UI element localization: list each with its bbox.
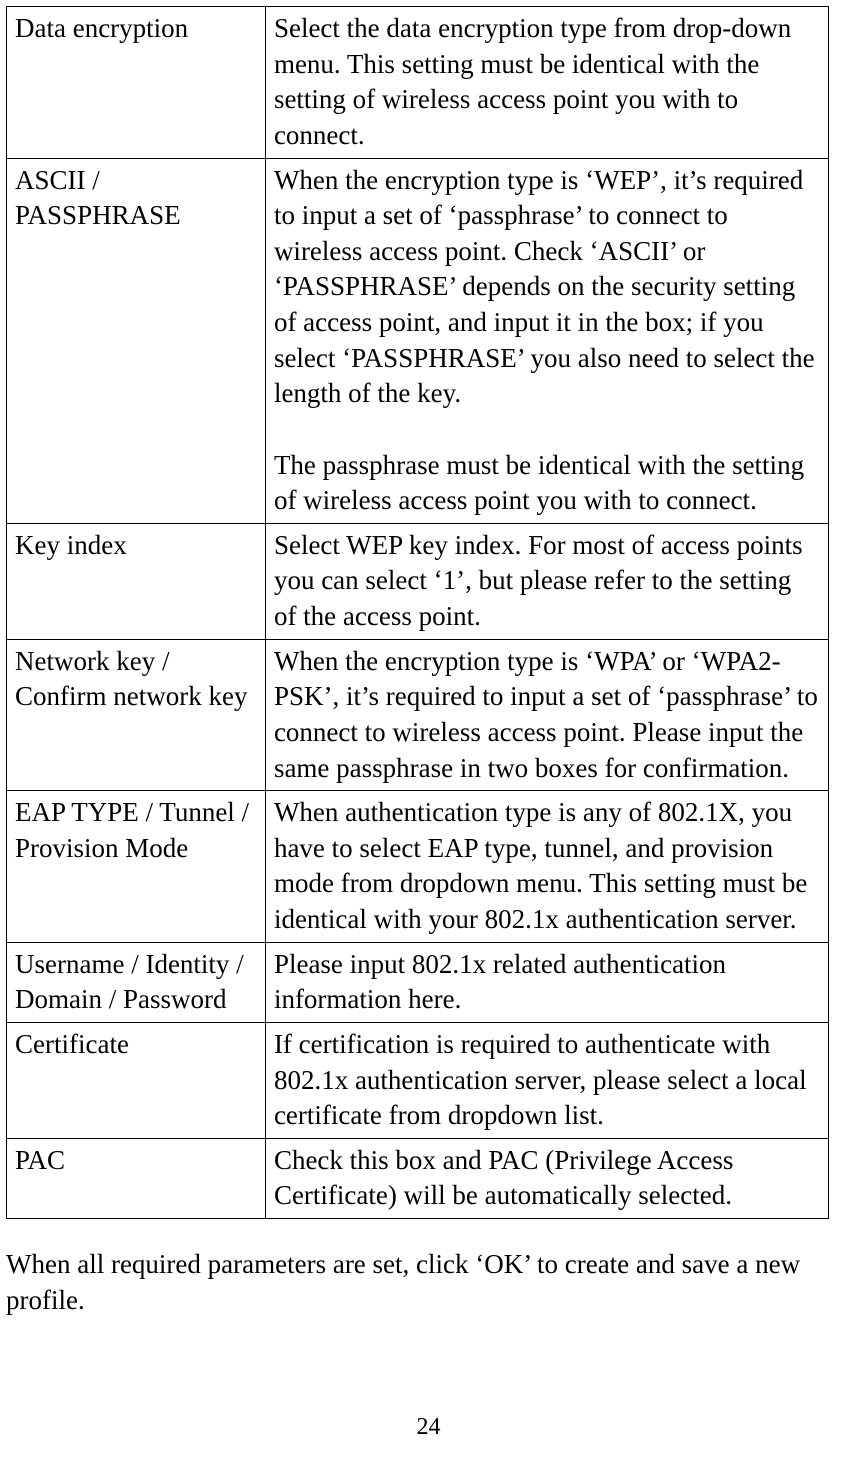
page-number: 24	[0, 1414, 857, 1441]
setting-desc: When the encryption type is ‘WPA’ or ‘WP…	[274, 646, 825, 783]
setting-desc: Select WEP key index. For most of access…	[274, 530, 809, 631]
setting-desc: Please input 802.1x related authenticati…	[274, 949, 733, 1015]
setting-desc: If certification is required to authenti…	[274, 1029, 813, 1130]
setting-desc-cell: Check this box and PAC (Privilege Access…	[265, 1138, 828, 1218]
setting-name-cell: Network key / Confirm network key	[7, 639, 266, 791]
setting-desc: Select the data encryption type from dro…	[274, 13, 798, 150]
table-row: Network key / Confirm network key When t…	[7, 639, 829, 791]
setting-name-cell: ASCII / PASSPHRASE	[7, 158, 266, 523]
document-page: Data encryption Select the data encrypti…	[0, 0, 857, 1465]
setting-desc-cell: Please input 802.1x related authenticati…	[265, 942, 828, 1022]
setting-desc-cell: If certification is required to authenti…	[265, 1022, 828, 1138]
setting-name-cell: Certificate	[7, 1022, 266, 1138]
setting-name: Data encryption	[15, 13, 188, 43]
setting-desc: When the encryption type is ‘WEP’, it’s …	[274, 165, 821, 516]
setting-name: EAP TYPE / Tunnel / Provision Mode	[15, 797, 249, 863]
footer-paragraph: When all required parameters are set, cl…	[6, 1247, 847, 1318]
settings-table: Data encryption Select the data encrypti…	[6, 6, 829, 1219]
table-row: Key index Select WEP key index. For most…	[7, 523, 829, 639]
setting-desc-cell: When authentication type is any of 802.1…	[265, 791, 828, 943]
setting-name: Network key / Confirm network key	[15, 646, 247, 712]
setting-name-cell: EAP TYPE / Tunnel / Provision Mode	[7, 791, 266, 943]
setting-name: ASCII / PASSPHRASE	[15, 165, 181, 231]
table-row: Data encryption Select the data encrypti…	[7, 7, 829, 159]
table-row: Certificate If certification is required…	[7, 1022, 829, 1138]
setting-name: Key index	[15, 530, 127, 560]
footer-text: When all required parameters are set, cl…	[6, 1249, 800, 1315]
setting-name-cell: Username / Identity / Domain / Password	[7, 942, 266, 1022]
setting-desc: Check this box and PAC (Privilege Access…	[274, 1145, 740, 1211]
table-row: EAP TYPE / Tunnel / Provision Mode When …	[7, 791, 829, 943]
setting-desc-cell: When the encryption type is ‘WEP’, it’s …	[265, 158, 828, 523]
setting-name: Certificate	[15, 1029, 129, 1059]
table-row: Username / Identity / Domain / Password …	[7, 942, 829, 1022]
setting-name-cell: Key index	[7, 523, 266, 639]
setting-desc-cell: Select the data encryption type from dro…	[265, 7, 828, 159]
setting-desc: When authentication type is any of 802.1…	[274, 797, 814, 934]
table-row: PAC Check this box and PAC (Privilege Ac…	[7, 1138, 829, 1218]
setting-desc-cell: Select WEP key index. For most of access…	[265, 523, 828, 639]
setting-name-cell: Data encryption	[7, 7, 266, 159]
setting-name-cell: PAC	[7, 1138, 266, 1218]
table-row: ASCII / PASSPHRASE When the encryption t…	[7, 158, 829, 523]
setting-name: Username / Identity / Domain / Password	[15, 949, 250, 1015]
setting-name: PAC	[15, 1145, 65, 1175]
setting-desc-cell: When the encryption type is ‘WPA’ or ‘WP…	[265, 639, 828, 791]
